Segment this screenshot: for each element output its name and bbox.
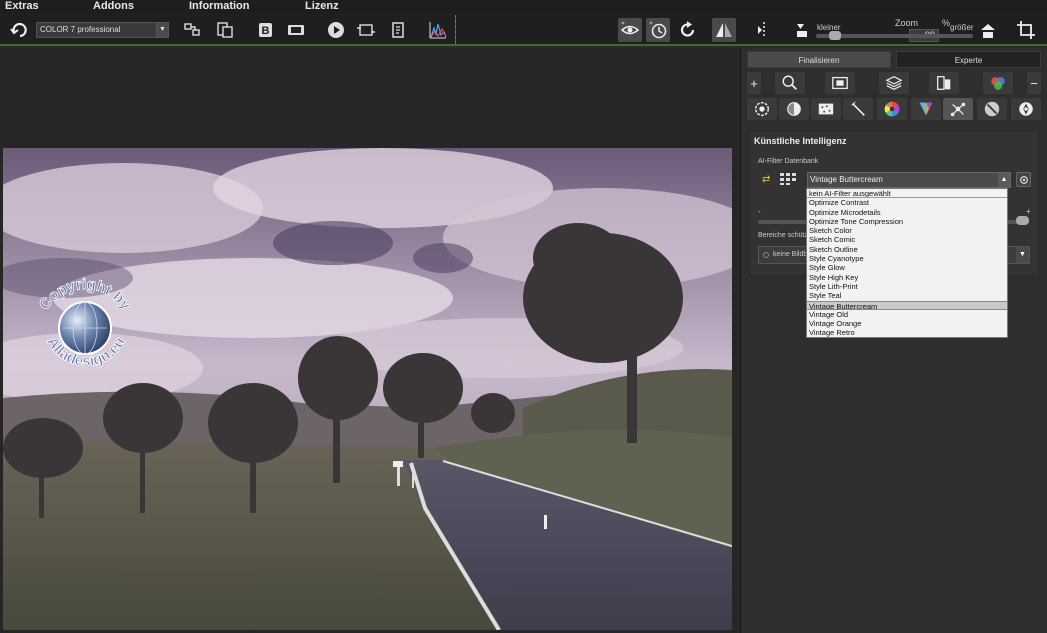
batch-icon[interactable] bbox=[181, 18, 205, 42]
wand-icon[interactable] bbox=[843, 98, 873, 120]
rotate-arrow-icon[interactable] bbox=[8, 18, 32, 42]
dropdown-option[interactable]: Vintage Orange bbox=[807, 319, 1007, 328]
chevron-up-icon: ▲ bbox=[998, 173, 1010, 187]
dropdown-option[interactable]: Optimize Tone Compression bbox=[807, 217, 1007, 226]
zoom-bigger-label: größer bbox=[950, 23, 974, 32]
reset-arrows-icon[interactable]: ⇄ bbox=[762, 174, 770, 185]
svg-text:B: B bbox=[262, 25, 270, 37]
menu-lizenz[interactable]: Lizenz bbox=[305, 0, 339, 13]
filter-grid-icon[interactable] bbox=[779, 172, 799, 186]
photo-preview[interactable] bbox=[3, 148, 732, 630]
side-panel: Finalisieren Experte + − Künstliche Inte… bbox=[740, 48, 1047, 633]
tool-icon-row-2 bbox=[747, 98, 1043, 120]
copyright-watermark-logo: Copyright by Alladesign.eu bbox=[35, 275, 135, 370]
color-wheel-icon[interactable] bbox=[877, 98, 907, 120]
film-strip-icon[interactable] bbox=[284, 18, 308, 42]
play-icon[interactable] bbox=[324, 18, 348, 42]
color-balls-icon[interactable] bbox=[983, 72, 1013, 94]
split-compare-icon[interactable] bbox=[752, 18, 776, 42]
swap-icon[interactable] bbox=[354, 18, 378, 42]
preset-select[interactable]: COLOR 7 professional ▼ bbox=[36, 22, 169, 38]
ai-icon[interactable] bbox=[977, 98, 1007, 120]
zoom-unit: % bbox=[942, 18, 951, 28]
toolbar: COLOR 7 professional ▼ B kleiner Zoom % … bbox=[0, 13, 1047, 46]
mirror-icon[interactable] bbox=[712, 18, 736, 42]
frame-icon[interactable] bbox=[825, 72, 855, 94]
zoom-out-icon[interactable] bbox=[792, 18, 816, 42]
clipboard-icon[interactable] bbox=[386, 18, 410, 42]
plus-icon[interactable]: + bbox=[747, 72, 761, 94]
dropdown-option[interactable]: Optimize Contrast bbox=[807, 198, 1007, 207]
dropdown-option[interactable]: Vintage Buttercream bbox=[807, 300, 1007, 310]
dropdown-option[interactable]: Style Lith-Print bbox=[807, 282, 1007, 291]
history-icon[interactable] bbox=[646, 18, 670, 42]
layers-icon[interactable] bbox=[879, 72, 909, 94]
ai-filter-database-label: AI-Filter Datenbank bbox=[758, 158, 819, 165]
export-b-icon[interactable]: B bbox=[254, 18, 278, 42]
minus-icon[interactable]: − bbox=[1027, 72, 1041, 94]
ai-filter-select-value: Vintage Buttercream bbox=[810, 175, 883, 184]
nodes-icon[interactable] bbox=[943, 98, 973, 120]
ai-strength-slider-thumb[interactable] bbox=[1016, 216, 1029, 225]
contrast-icon[interactable] bbox=[779, 98, 809, 120]
dropdown-option[interactable]: Optimize Microdetails bbox=[807, 208, 1007, 217]
dropdown-option[interactable]: Sketch Color bbox=[807, 226, 1007, 235]
dropdown-option[interactable]: Style High Key bbox=[807, 273, 1007, 282]
magnifier-icon[interactable] bbox=[775, 72, 805, 94]
tab-finalisieren[interactable]: Finalisieren bbox=[747, 51, 891, 68]
dropdown-option[interactable]: Sketch Outline bbox=[807, 245, 1007, 254]
dropdown-option[interactable]: Sketch Comic bbox=[807, 235, 1007, 244]
zoom-label: Zoom bbox=[895, 18, 919, 28]
ai-settings-icon[interactable] bbox=[1016, 172, 1031, 187]
crop-icon[interactable] bbox=[1014, 18, 1038, 42]
dropdown-option[interactable]: Vintage Old bbox=[807, 310, 1007, 319]
split-view-icon[interactable] bbox=[929, 72, 959, 94]
aperture-icon[interactable] bbox=[1011, 98, 1041, 120]
zoom-in-icon[interactable] bbox=[976, 18, 1000, 42]
menu-addons[interactable]: Addons bbox=[93, 0, 134, 13]
menu-bar: Extras Addons Information Lizenz bbox=[0, 0, 1047, 13]
tab-experte[interactable]: Experte bbox=[896, 51, 1041, 68]
tool-icon-row-1: + − bbox=[747, 72, 1043, 94]
dropdown-option[interactable]: Vintage Retro bbox=[807, 328, 1007, 337]
menu-information[interactable]: Information bbox=[189, 0, 250, 13]
detail-icon[interactable] bbox=[747, 98, 777, 120]
dropdown-option[interactable]: Style Glow bbox=[807, 263, 1007, 272]
eye-icon[interactable] bbox=[618, 18, 642, 42]
compare-icon[interactable] bbox=[213, 18, 237, 42]
radio-circle-icon bbox=[763, 252, 769, 258]
app-window: Extras Addons Information Lizenz COLOR 7… bbox=[0, 0, 1047, 633]
prism-icon[interactable] bbox=[911, 98, 941, 120]
chevron-down-icon: ▼ bbox=[156, 23, 168, 37]
dropdown-option[interactable]: kein AI-Filter ausgewählt bbox=[807, 189, 1007, 199]
dropdown-option[interactable]: Style Cyanotype bbox=[807, 254, 1007, 263]
chevron-down-icon: ▼ bbox=[1016, 247, 1029, 263]
toolbar-separator bbox=[455, 15, 456, 44]
ai-filter-dropdown-list: kein AI-Filter ausgewählt Optimize Contra… bbox=[806, 188, 1008, 338]
noise-icon[interactable] bbox=[811, 98, 841, 120]
preset-select-value: COLOR 7 professional bbox=[40, 25, 121, 34]
strength-plus-label: + bbox=[1026, 207, 1031, 216]
menu-extras[interactable]: Extras bbox=[5, 0, 39, 13]
ai-filter-select[interactable]: Vintage Buttercream ▲ bbox=[807, 172, 1011, 188]
redo-icon[interactable] bbox=[676, 18, 700, 42]
ai-section-title: Künstliche Intelligenz bbox=[754, 136, 847, 146]
strength-minus-label: - bbox=[758, 207, 761, 216]
histogram-icon[interactable] bbox=[426, 18, 450, 42]
zoom-slider-thumb[interactable] bbox=[829, 31, 841, 40]
dropdown-option[interactable]: Style Teal bbox=[807, 291, 1007, 300]
